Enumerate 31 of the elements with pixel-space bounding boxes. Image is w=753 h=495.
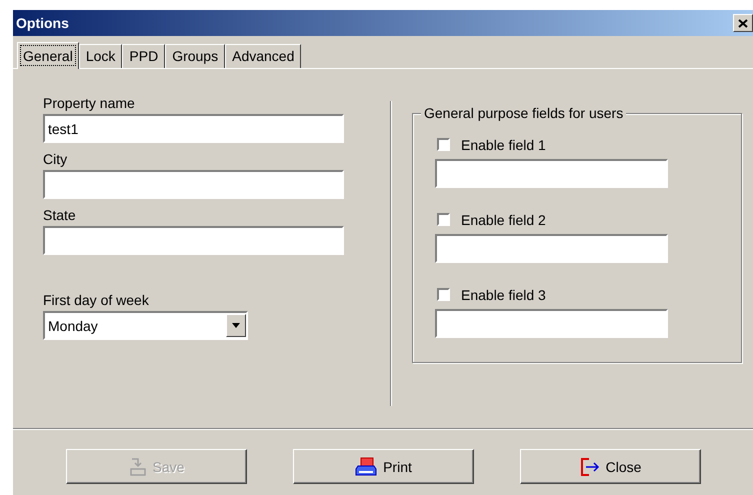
close-button[interactable]: Close [520, 449, 701, 484]
tab[interactable]: Lock [78, 44, 122, 68]
field-label: First day of week [43, 291, 150, 310]
input-field[interactable] [43, 170, 344, 199]
checkbox-label: Enable field 3 [461, 286, 546, 302]
exit-icon [580, 458, 600, 476]
printer-icon [355, 456, 378, 476]
input-field[interactable] [43, 226, 344, 255]
checkbox[interactable] [437, 288, 450, 301]
tab[interactable]: PPD [122, 44, 166, 68]
tab[interactable]: Groups [165, 44, 226, 68]
close-button[interactable] [733, 14, 753, 32]
field-label: City [43, 150, 68, 169]
dropdown-arrow-icon [232, 323, 240, 328]
checkbox-label: Enable field 1 [461, 136, 546, 152]
dropdown[interactable]: Monday [43, 311, 248, 340]
field-label: Property name [43, 94, 136, 113]
checkbox[interactable] [437, 213, 450, 226]
input-field[interactable] [435, 309, 668, 338]
field-label: State [43, 206, 77, 225]
print-button[interactable]: Print [293, 449, 474, 484]
close-icon [738, 18, 748, 28]
download-tray-icon [128, 456, 147, 476]
tab[interactable]: Advanced [225, 44, 302, 68]
checkbox[interactable] [437, 138, 450, 151]
input-field[interactable]: test1 [43, 114, 344, 143]
input-field[interactable] [435, 234, 668, 263]
input-field[interactable] [435, 159, 668, 188]
checkbox-label: Enable field 2 [461, 212, 546, 228]
tab[interactable]: General [17, 42, 79, 69]
window-title: Options [16, 15, 69, 31]
